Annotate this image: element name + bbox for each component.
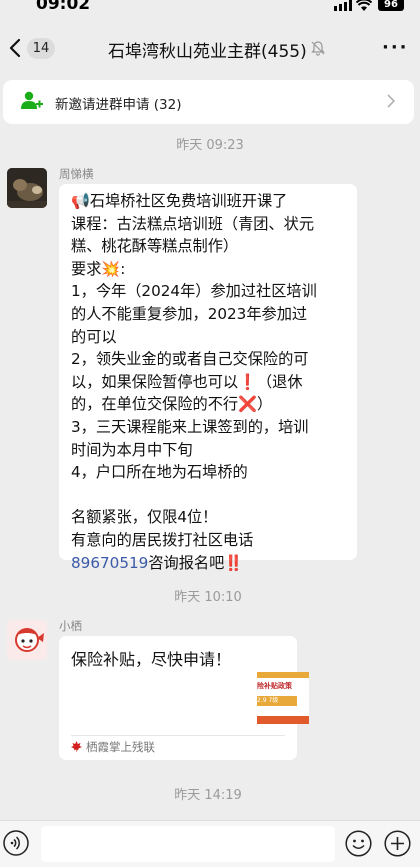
message-line: 的，在单位交保险的不行❌） bbox=[71, 395, 273, 414]
message-line: 课程：古法糕点培训班（青团、状元 bbox=[71, 214, 314, 233]
unread-count-badge[interactable]: 14 bbox=[27, 38, 55, 59]
sender-name: 小栖 bbox=[59, 619, 82, 633]
group-invite-banner[interactable]: 新邀请进群申请 (32) bbox=[3, 80, 414, 124]
status-time: 09:02 bbox=[36, 0, 91, 14]
card-title: 保险补贴，尽快申请！ bbox=[71, 650, 232, 669]
thumbnail-top-band bbox=[257, 672, 309, 678]
status-bar: 09:02 96 bbox=[0, 0, 420, 18]
message-timestamp: 昨天 14:19 bbox=[174, 788, 242, 803]
message-timestamp: 昨天 09:23 bbox=[176, 138, 244, 153]
more-options-button[interactable]: ··· bbox=[382, 38, 407, 58]
card-source: 栖霞掌上残联 bbox=[86, 740, 155, 754]
message-line: 📢石埠桥社区免费培训班开课了 bbox=[71, 192, 288, 210]
thumbnail-bottom-band bbox=[257, 716, 309, 724]
back-icon[interactable] bbox=[6, 38, 26, 58]
card-divider bbox=[71, 735, 285, 736]
message-timestamp: 昨天 10:10 bbox=[174, 590, 242, 605]
maple-leaf-icon bbox=[71, 741, 82, 752]
card-thumbnail: 险补贴政策 2.9 7级 bbox=[257, 672, 309, 724]
message-line: 时间为本月中下旬 bbox=[71, 440, 193, 459]
mute-bell-icon bbox=[311, 41, 325, 56]
sender-avatar[interactable] bbox=[7, 620, 47, 660]
shared-link-card[interactable]: 保险补贴，尽快申请！ 险补贴政策 2.9 7级 栖霞掌上残联 bbox=[59, 636, 309, 760]
message-text: 📢石埠桥社区免费培训班开课了 课程：古法糕点培训班（青团、状元 糕、桃花酥等糕点… bbox=[71, 190, 317, 574]
voice-input-icon[interactable] bbox=[3, 830, 29, 856]
message-line: 2，领失业金的或者自己交保险的可 bbox=[71, 350, 309, 369]
cartoon-mascot-icon bbox=[7, 620, 47, 660]
message-line: 4，户口所在地为石埠桥的 bbox=[71, 463, 248, 482]
message-line: 的可以 bbox=[71, 327, 117, 346]
wifi-icon bbox=[356, 0, 372, 11]
message-line: 有意向的居民拨打社区电话 bbox=[71, 530, 254, 549]
message-line: 的人不能重复参加，2023年参加过 bbox=[71, 304, 308, 323]
message-bubble[interactable]: 📢石埠桥社区免费培训班开课了 课程：古法糕点培训班（青团、状元 糕、桃花酥等糕点… bbox=[59, 184, 357, 572]
invite-banner-label: 新邀请进群申请 (32) bbox=[55, 97, 182, 113]
message-line: 89670519咨询报名吧‼️ bbox=[71, 552, 317, 575]
message-line: 以，如果保险暂停也可以❗（退休 bbox=[71, 372, 303, 391]
message-line bbox=[71, 484, 317, 507]
add-member-icon bbox=[21, 91, 43, 109]
sender-avatar[interactable] bbox=[7, 168, 47, 208]
emoji-icon[interactable] bbox=[345, 830, 372, 857]
message-line: 3，三天课程能来上课签到的，培训 bbox=[71, 417, 309, 436]
message-line: 名额紧张，仅限4位！ bbox=[71, 508, 218, 527]
plus-icon[interactable] bbox=[384, 830, 411, 857]
message-line-suffix: 咨询报名吧‼️ bbox=[148, 553, 244, 572]
thumbnail-title: 险补贴政策 bbox=[257, 682, 292, 690]
sender-name: 周悌横 bbox=[59, 167, 94, 181]
message-line: 1，今年（2024年）参加过社区培训 bbox=[71, 282, 317, 301]
phone-number-link[interactable]: 89670519 bbox=[71, 554, 148, 572]
message-line: 糕、桃花酥等糕点制作） bbox=[71, 237, 239, 256]
animal-photo-icon bbox=[7, 168, 47, 208]
thumbnail-tag: 2.9 7级 bbox=[257, 696, 297, 706]
signal-icon bbox=[334, 0, 352, 11]
chevron-right-icon bbox=[387, 94, 396, 108]
message-text-input[interactable] bbox=[41, 826, 335, 862]
chat-title: 石埠湾秋山苑业主群(455) bbox=[108, 42, 307, 62]
message-line: 要求💥: bbox=[71, 259, 126, 278]
battery-icon: 96 bbox=[378, 0, 404, 11]
